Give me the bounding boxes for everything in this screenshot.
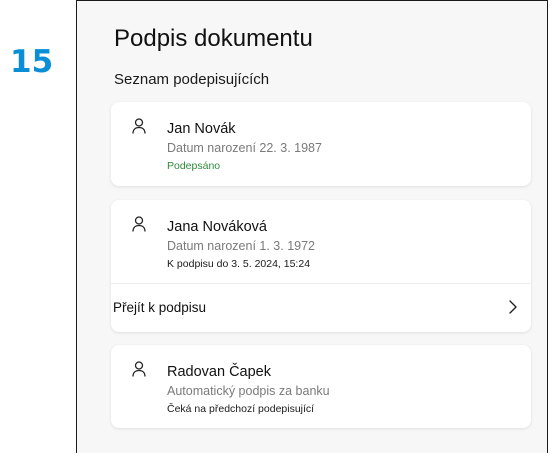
signer-birthdate: Datum narození 22. 3. 1987 [167, 141, 322, 155]
signer-name: Jan Novák [167, 121, 236, 137]
chevron-right-icon [509, 300, 517, 314]
signer-description: Automatický podpis za banku [167, 384, 330, 398]
page-title: Podpis dokumentu [114, 25, 313, 52]
person-icon [132, 216, 146, 232]
app-screen: Podpis dokumentu Seznam podepisujících J… [76, 0, 548, 453]
section-title: Seznam podepisujících [114, 71, 270, 88]
status-signed: Podepsáno [167, 160, 221, 172]
status-waiting: Čeká na předchozí podepisující [167, 403, 315, 415]
signer-card-1: Jan Novák Datum narození 22. 3. 1987 Pod… [111, 102, 531, 186]
go-to-sign-button[interactable]: Přejít k podpisu [111, 284, 531, 332]
signer-card-2: Jana Nováková Datum narození 1. 3. 1972 … [111, 200, 531, 332]
signer-name: Radovan Čapek [167, 364, 271, 380]
step-number: 15 [10, 44, 54, 80]
signer-name: Jana Nováková [167, 219, 267, 235]
person-icon [132, 118, 146, 134]
signer-row: Radovan Čapek Automatický podpis za bank… [111, 345, 531, 429]
signer-row: Jan Novák Datum narození 22. 3. 1987 Pod… [111, 102, 531, 186]
status-deadline: K podpisu do 3. 5. 2024, 15:24 [167, 258, 311, 270]
go-to-sign-label: Přejít k podpisu [113, 300, 207, 315]
signer-card-3: Radovan Čapek Automatický podpis za bank… [111, 345, 531, 428]
signer-birthdate: Datum narození 1. 3. 1972 [167, 239, 316, 253]
signer-row: Jana Nováková Datum narození 1. 3. 1972 … [111, 200, 531, 284]
person-icon [132, 361, 146, 377]
